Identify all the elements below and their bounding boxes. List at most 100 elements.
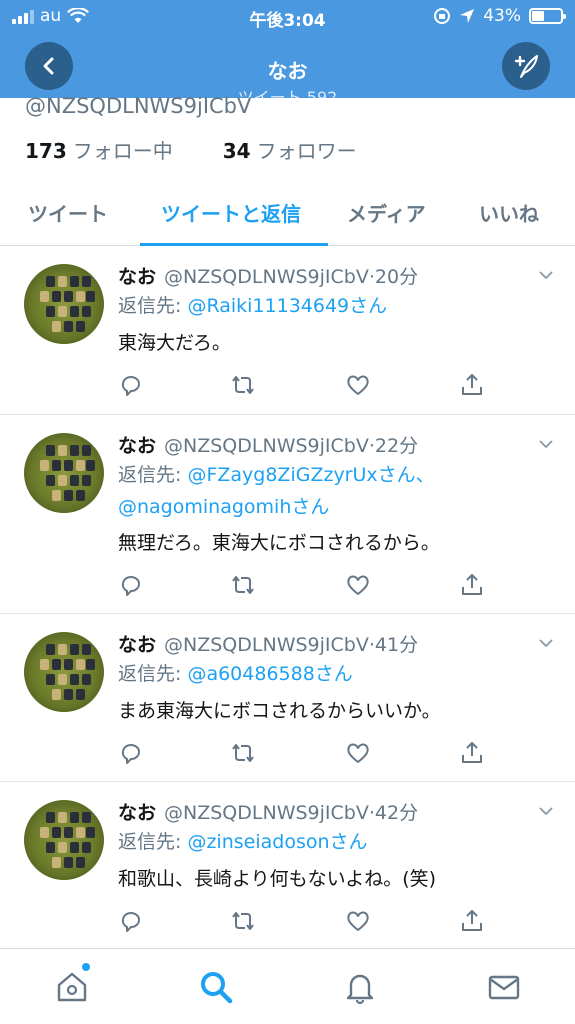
avatar-tile bbox=[46, 674, 55, 685]
tweet-item[interactable]: なお @NZSQDLNWS9jICbV·42分 返信先: @zinseiadoso… bbox=[0, 782, 575, 950]
avatar-tile bbox=[86, 827, 95, 838]
tweet-item[interactable]: なお @NZSQDLNWS9jICbV·22分 返信先: @FZayg8ZiGZz… bbox=[0, 415, 575, 614]
share-icon[interactable] bbox=[459, 740, 485, 766]
avatar-tile bbox=[70, 674, 79, 685]
chevron-down-icon[interactable] bbox=[539, 437, 553, 451]
avatar-tile bbox=[64, 827, 73, 838]
reply-icon[interactable] bbox=[118, 740, 144, 766]
avatar-tile bbox=[86, 291, 95, 302]
avatar-tile bbox=[76, 857, 85, 868]
tweet-header: なお @NZSQDLNWS9jICbV·41分 bbox=[118, 634, 419, 656]
avatar-tile bbox=[58, 674, 67, 685]
share-icon[interactable] bbox=[459, 908, 485, 934]
like-icon[interactable] bbox=[345, 908, 371, 934]
avatar-tile bbox=[58, 306, 67, 317]
avatar-tile bbox=[58, 842, 67, 853]
mention-link[interactable]: @zinseiadosonさん bbox=[187, 831, 367, 853]
tweet-header: なお @NZSQDLNWS9jICbV·22分 bbox=[118, 435, 419, 457]
chevron-down-icon[interactable] bbox=[539, 804, 553, 818]
avatar-tile bbox=[46, 842, 55, 853]
home-icon[interactable] bbox=[54, 969, 90, 1005]
share-icon[interactable] bbox=[459, 372, 485, 398]
location-icon bbox=[460, 9, 475, 23]
avatar-tile bbox=[70, 644, 79, 655]
tweet-item[interactable]: なお @NZSQDLNWS9jICbV·41分 返信先: @a60486588さん… bbox=[0, 614, 575, 782]
avatar-tile bbox=[76, 659, 85, 670]
avatar-tile bbox=[40, 460, 49, 471]
avatar[interactable] bbox=[24, 632, 104, 712]
avatar-tile bbox=[46, 306, 55, 317]
avatar-tile bbox=[64, 321, 73, 332]
tweet-text: まあ東海大にボコされるからいいか。 bbox=[118, 700, 441, 722]
tweet-author-name: なお bbox=[118, 266, 157, 288]
reply-icon[interactable] bbox=[118, 372, 144, 398]
avatar-tile bbox=[40, 291, 49, 302]
profile-handle: @NZSQDLNWS9jICbV bbox=[25, 94, 252, 118]
avatar-tile bbox=[76, 490, 85, 501]
retweet-icon[interactable] bbox=[230, 372, 256, 398]
avatar-tile bbox=[82, 306, 91, 317]
like-icon[interactable] bbox=[345, 740, 371, 766]
avatar-tile bbox=[46, 475, 55, 486]
followers-stat[interactable]: 34 フォロワー bbox=[223, 135, 357, 164]
avatar[interactable] bbox=[24, 800, 104, 880]
avatar-tile bbox=[64, 291, 73, 302]
page-title: なお bbox=[267, 59, 308, 83]
like-icon[interactable] bbox=[345, 372, 371, 398]
avatar-tile bbox=[46, 812, 55, 823]
reply-icon[interactable] bbox=[118, 908, 144, 934]
avatar[interactable] bbox=[24, 264, 104, 344]
tab-tweets-and-replies[interactable]: ツイートと返信 bbox=[161, 198, 301, 227]
mention-link[interactable]: @a60486588さん bbox=[187, 663, 352, 685]
avatar-tile bbox=[76, 291, 85, 302]
retweet-icon[interactable] bbox=[230, 740, 256, 766]
avatar-tile bbox=[82, 276, 91, 287]
retweet-icon[interactable] bbox=[230, 572, 256, 598]
tweet-author-name: なお bbox=[118, 802, 157, 824]
tab-tweets[interactable]: ツイート bbox=[28, 198, 108, 227]
chevron-down-icon[interactable] bbox=[539, 268, 553, 282]
share-icon[interactable] bbox=[459, 572, 485, 598]
tweet-author-handle: @NZSQDLNWS9jICbV bbox=[164, 435, 369, 457]
avatar[interactable] bbox=[24, 433, 104, 513]
app-header: au 午後3:04 43% なお ツイート 592 bbox=[0, 0, 575, 107]
avatar-tile bbox=[70, 306, 79, 317]
tweet-actions bbox=[118, 372, 482, 398]
mention-link[interactable]: @nagominagomihさん bbox=[118, 496, 329, 518]
mention-link[interactable]: @FZayg8ZiGZzyrUxさん、 bbox=[187, 464, 434, 486]
tab-likes[interactable]: いいね bbox=[479, 198, 539, 227]
avatar-tile bbox=[52, 827, 61, 838]
tweet-header: なお @NZSQDLNWS9jICbV·20分 bbox=[118, 266, 419, 288]
messages-icon[interactable] bbox=[486, 969, 522, 1005]
avatar-tile bbox=[82, 812, 91, 823]
chevron-down-icon[interactable] bbox=[539, 636, 553, 650]
avatar-tile bbox=[76, 460, 85, 471]
avatar-tile bbox=[76, 827, 85, 838]
notifications-icon[interactable] bbox=[342, 969, 378, 1005]
like-icon[interactable] bbox=[345, 572, 371, 598]
mention-link[interactable]: @Raiki11134649さん bbox=[187, 295, 387, 317]
compose-button[interactable] bbox=[502, 42, 550, 90]
following-stat[interactable]: 173 フォロー中 bbox=[25, 135, 173, 164]
avatar-tile bbox=[52, 689, 61, 700]
tweet-text: 無理だろ。東海大にボコされるから。 bbox=[118, 532, 440, 554]
retweet-icon[interactable] bbox=[230, 908, 256, 934]
reply-icon[interactable] bbox=[118, 572, 144, 598]
tweet-item[interactable]: なお @NZSQDLNWS9jICbV·20分 返信先: @Raiki111346… bbox=[0, 246, 575, 415]
tweet-time: 20分 bbox=[374, 266, 419, 288]
tweet-header: なお @NZSQDLNWS9jICbV·42分 bbox=[118, 802, 419, 824]
reply-to-line: 返信先: @FZayg8ZiGZzyrUxさん、 @nagominagomihさん bbox=[118, 464, 435, 518]
avatar-tile bbox=[86, 659, 95, 670]
tab-media[interactable]: メディア bbox=[347, 198, 426, 227]
avatar-tile bbox=[52, 490, 61, 501]
avatar-tile bbox=[40, 659, 49, 670]
avatar-tile bbox=[76, 689, 85, 700]
avatar-tile bbox=[46, 644, 55, 655]
reply-to-line: 返信先: @zinseiadosonさん bbox=[118, 831, 368, 853]
avatar-tile bbox=[40, 827, 49, 838]
avatar-tile bbox=[52, 460, 61, 471]
avatar-tile bbox=[64, 490, 73, 501]
follow-stats: 173 フォロー中 34 フォロワー bbox=[25, 135, 357, 164]
tweet-author-handle: @NZSQDLNWS9jICbV bbox=[164, 266, 369, 288]
search-icon[interactable] bbox=[198, 969, 234, 1005]
